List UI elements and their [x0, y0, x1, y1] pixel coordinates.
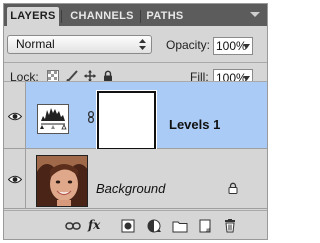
divider — [4, 62, 267, 63]
add-mask-icon[interactable] — [120, 219, 136, 233]
layers-panel: LAYERS CHANNELS PATHS Normal Opacity: 10… — [3, 3, 268, 240]
link-layers-icon[interactable] — [65, 219, 81, 233]
blend-mode-value: Normal — [16, 37, 55, 51]
blend-mode-select[interactable]: Normal — [7, 35, 152, 54]
layer-row-levels-1[interactable]: Levels 1 — [4, 82, 267, 151]
tab-paths[interactable]: PATHS — [142, 7, 188, 26]
visibility-toggle[interactable] — [4, 82, 26, 148]
opacity-field[interactable]: 100% — [213, 37, 253, 55]
tab-divider — [61, 10, 62, 23]
trash-icon[interactable] — [222, 219, 238, 233]
tab-divider — [140, 10, 141, 23]
adjustment-layer-icon[interactable] — [146, 219, 162, 233]
new-layer-icon[interactable] — [197, 219, 213, 233]
tab-channels[interactable]: CHANNELS — [64, 7, 140, 26]
lock-icon — [228, 182, 238, 194]
updown-arrows-icon — [139, 39, 146, 50]
layer-mask-thumbnail[interactable] — [96, 90, 157, 151]
opacity-label: Opacity: — [166, 38, 211, 52]
bottom-toolbar: fx — [4, 210, 267, 239]
eye-icon[interactable] — [8, 112, 22, 121]
layer-thumbnail[interactable] — [36, 155, 88, 207]
eye-icon[interactable] — [8, 175, 22, 184]
layer-name[interactable]: Levels 1 — [169, 117, 220, 132]
new-group-icon[interactable] — [172, 219, 188, 233]
layer-name[interactable]: Background — [96, 181, 165, 196]
levels-adjustment-icon — [37, 104, 69, 134]
portrait-photo — [37, 156, 87, 206]
visibility-toggle[interactable] — [4, 149, 26, 208]
chevron-down-icon[interactable] — [243, 44, 250, 49]
fx-icon[interactable]: fx — [88, 218, 100, 232]
panel-menu-icon[interactable] — [249, 9, 261, 21]
tab-layers[interactable]: LAYERS — [7, 7, 59, 26]
tab-strip: LAYERS CHANNELS PATHS — [4, 4, 267, 26]
link-chain-icon[interactable] — [88, 111, 94, 123]
layer-row-background[interactable]: Background — [4, 149, 267, 209]
